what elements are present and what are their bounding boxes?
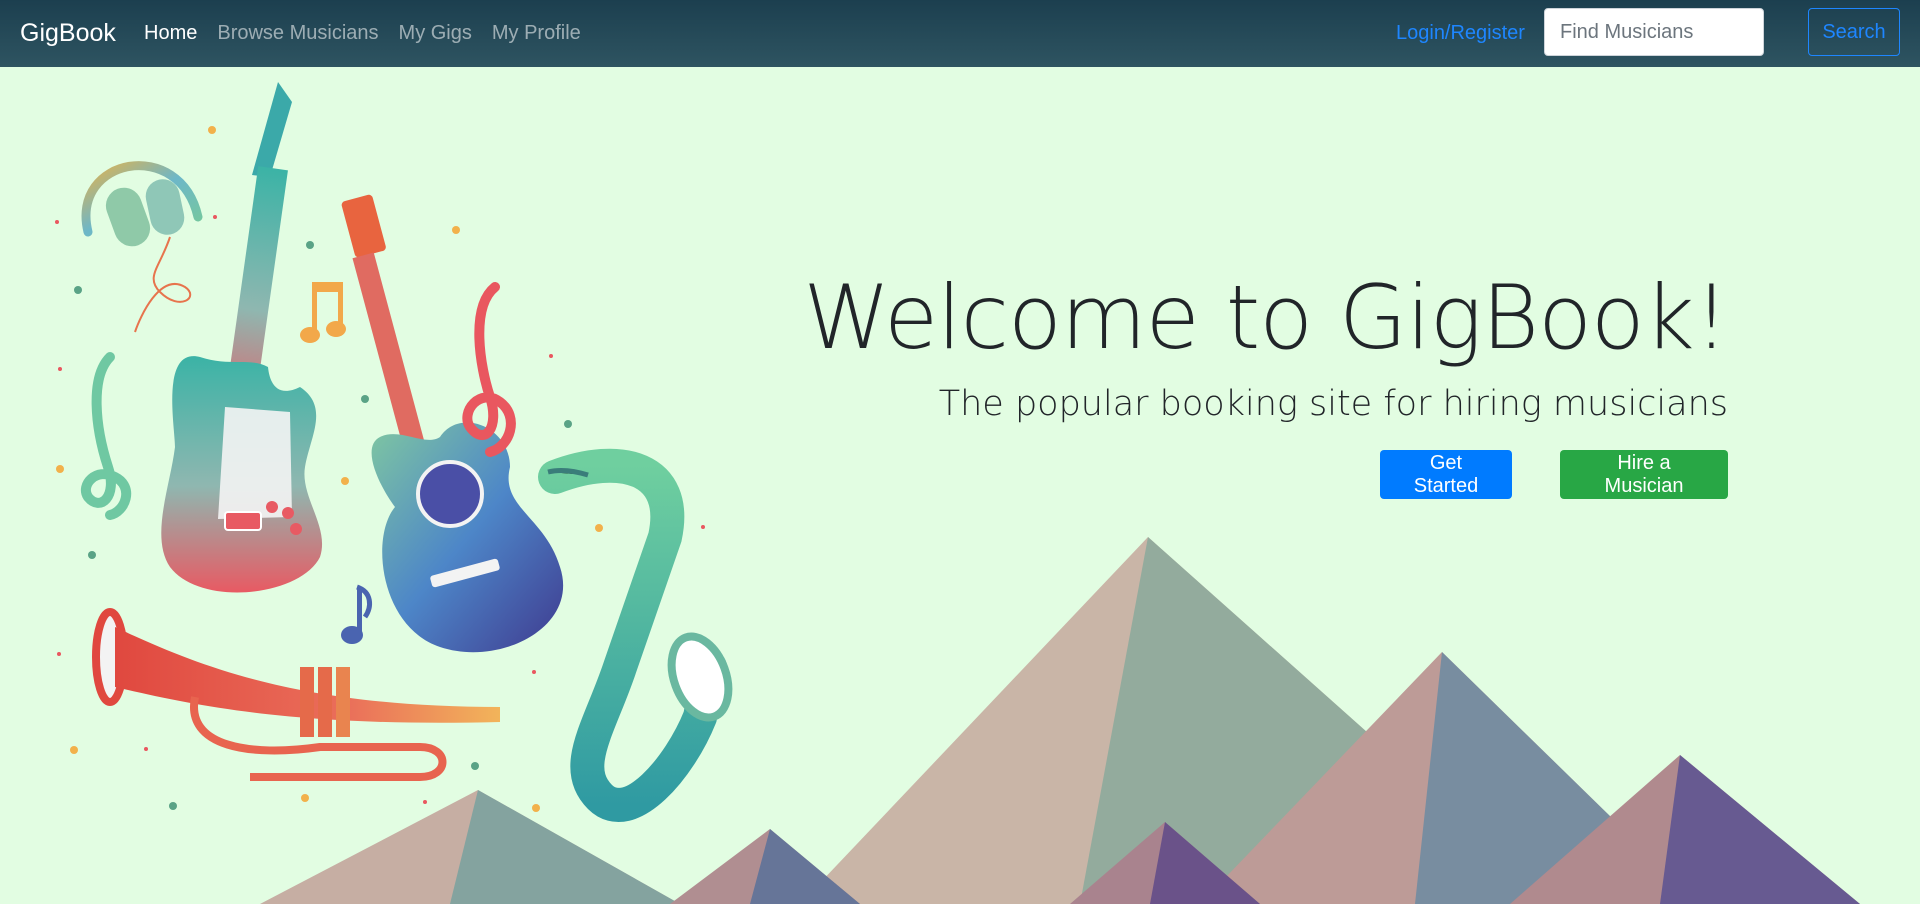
get-started-button[interactable]: Get Started	[1380, 450, 1512, 499]
hire-musician-button[interactable]: Hire a Musician	[1560, 450, 1728, 499]
electric-guitar-icon	[161, 82, 323, 593]
treble-clef-icon	[462, 282, 516, 457]
nav-browse-musicians[interactable]: Browse Musicians	[217, 22, 378, 45]
nav-my-profile[interactable]: My Profile	[492, 22, 581, 45]
nav-home[interactable]: Home	[144, 22, 197, 45]
hero-subtitle: The popular booking site for hiring musi…	[938, 384, 1728, 424]
treble-clef-icon	[81, 352, 132, 520]
nav-links: Home Browse Musicians My Gigs My Profile	[144, 0, 601, 67]
brand-logo[interactable]: GigBook	[20, 0, 116, 67]
login-register-link[interactable]: Login/Register	[1396, 0, 1525, 67]
hero-title: Welcome to GigBook!	[803, 266, 1729, 369]
navbar: GigBook Home Browse Musicians My Gigs My…	[0, 0, 1920, 67]
music-note-icon	[300, 282, 346, 343]
search-input[interactable]	[1544, 8, 1764, 56]
headphones-icon	[81, 161, 203, 333]
search-button[interactable]: Search	[1808, 8, 1900, 56]
music-note-icon	[341, 584, 372, 644]
acoustic-guitar-icon	[341, 194, 564, 653]
music-instruments-illustration	[55, 82, 733, 822]
saxophone-icon	[538, 448, 733, 822]
nav-my-gigs[interactable]: My Gigs	[399, 22, 472, 45]
